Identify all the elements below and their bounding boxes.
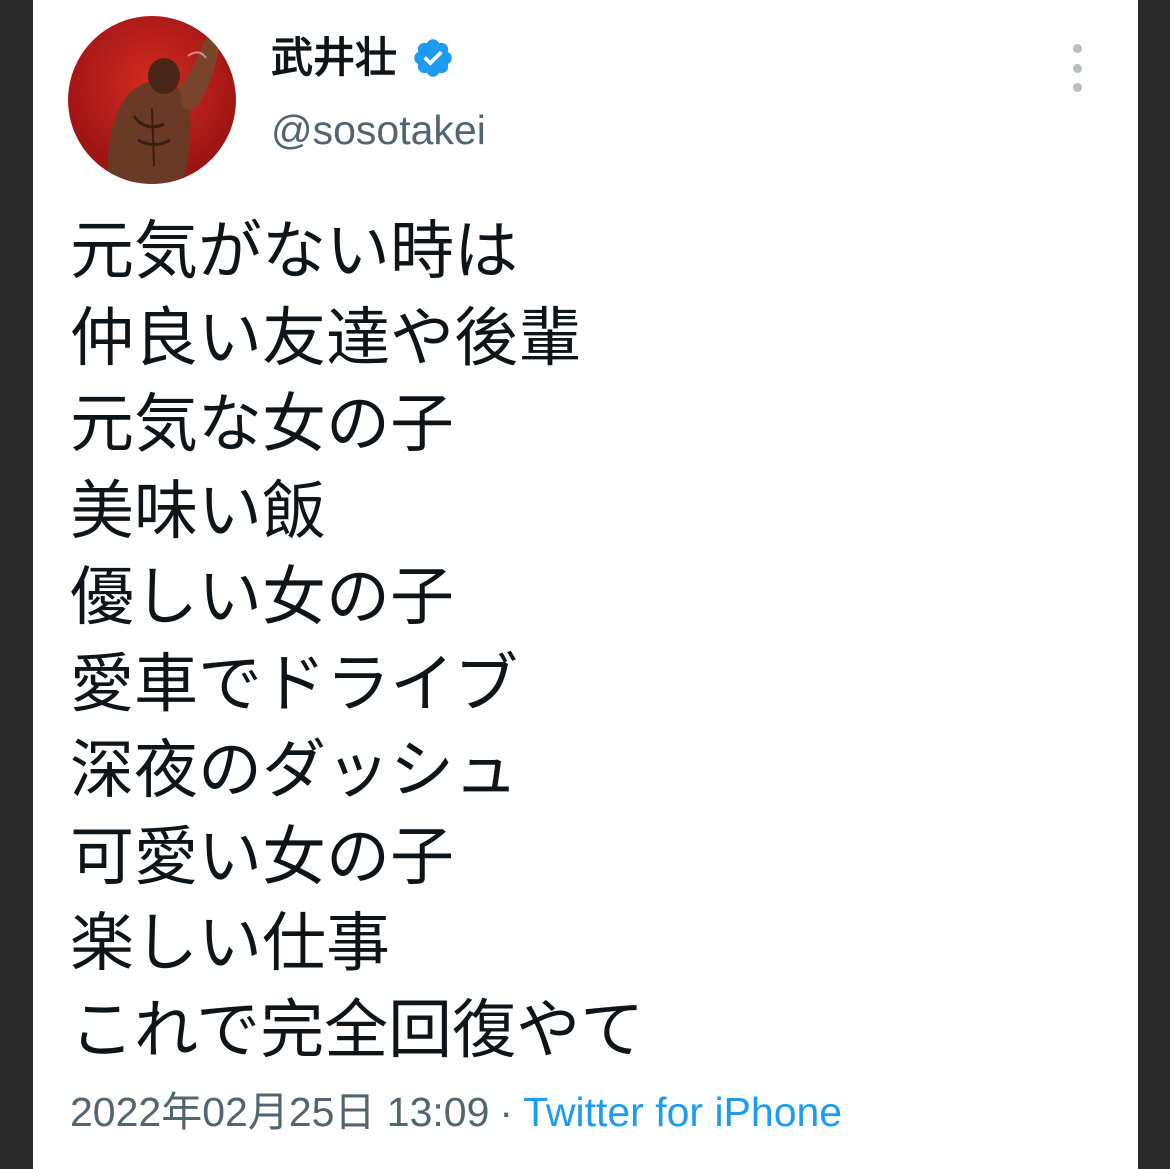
tweet-timestamp[interactable]: 2022年02月25日 13:09 [70,1089,489,1135]
tweet-meta: 2022年02月25日 13:09 · Twitter for iPhone [70,1092,842,1133]
verified-badge-icon [414,39,452,77]
tweet-source-link[interactable]: Twitter for iPhone [523,1089,842,1135]
display-name[interactable]: 武井壮 [271,36,455,80]
more-dot [1072,63,1082,73]
display-name-text: 武井壮 [271,33,398,82]
tweet-line: これで完全回復やて [70,993,645,1068]
tweet-line: 美味い飯 [70,474,326,549]
more-vertical-icon[interactable] [1059,44,1095,92]
tweet-text: 元気がない時は 仲良い友達や後輩 元気な女の子 美味い飯 優しい女の子 愛車でド… [70,209,644,1074]
tweet-line: 楽しい仕事 [70,907,390,981]
tweet-line: 深夜のダッシュ [70,734,518,808]
tweet-line: 元気がない時は [70,215,518,289]
tweet-line: 優しい女の子 [70,561,454,635]
more-dot [1072,44,1082,53]
screenshot-frame: 武井壮 @sosotakei 元気がない時は 仲良い友達や後輩 元気な女の子 美… [0,0,1170,1169]
user-handle[interactable]: @sosotakei [271,110,486,151]
more-dot [1072,83,1082,92]
meta-separator: · [499,1089,514,1135]
tweet-line: 愛車でドライブ [70,647,518,722]
tweet-line: 元気な女の子 [70,388,454,462]
tweet-card: 武井壮 @sosotakei 元気がない時は 仲良い友達や後輩 元気な女の子 美… [33,0,1138,1169]
tweet-line: 仲良い友達や後輩 [70,301,582,376]
avatar[interactable] [68,16,236,184]
tweet-line: 可愛い女の子 [70,820,454,895]
